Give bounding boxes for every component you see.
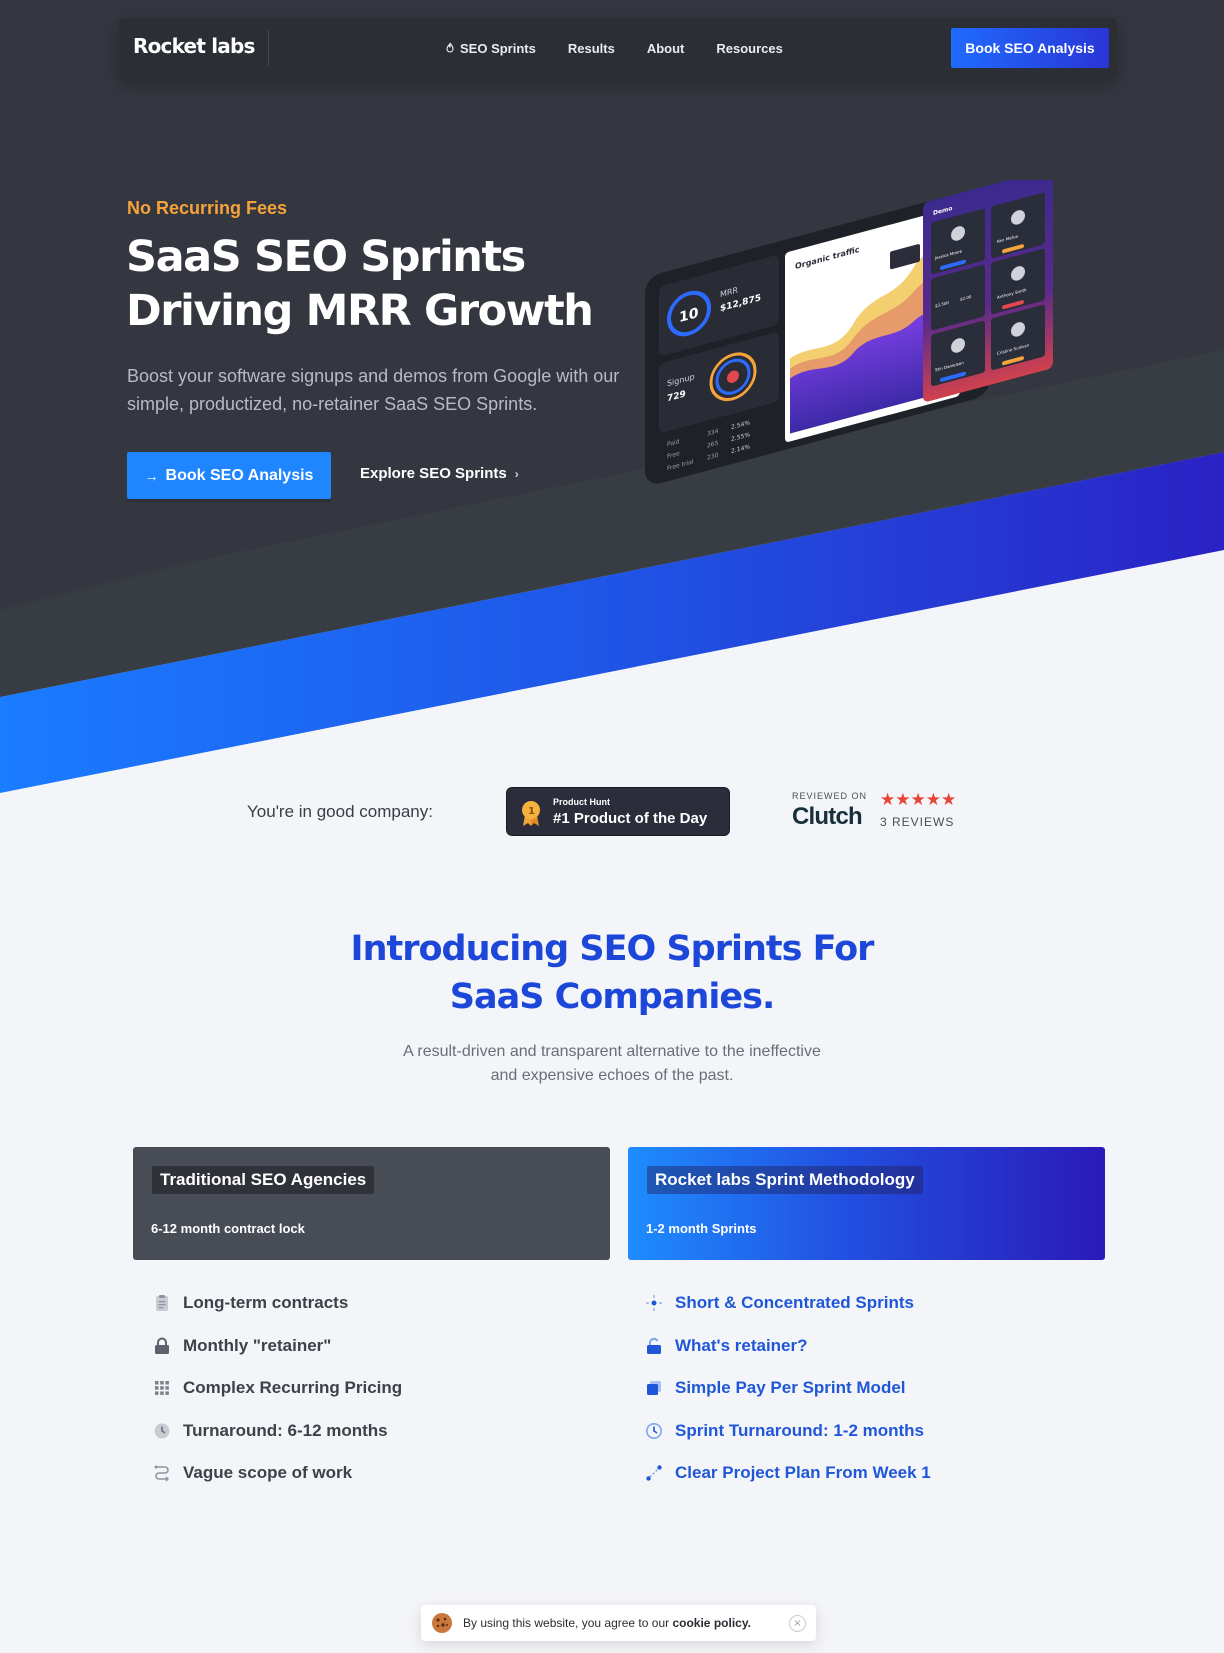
cookie-icon (432, 1613, 452, 1633)
cookie-banner: By using this website, you agree to our … (421, 1605, 816, 1641)
rating-stars-icon: ★★★★★ (880, 790, 957, 810)
list-item-label: Long-term contracts (183, 1293, 349, 1312)
list-item-label: Turnaround: 6-12 months (183, 1420, 388, 1440)
top-navbar: Rocket labs SEO Sprints Results About Re… (119, 18, 1117, 78)
list-item-label: Sprint Turnaround: 1-2 months (675, 1420, 925, 1440)
intro-subtitle: A result-driven and transparent alternat… (362, 1040, 862, 1088)
chevron-right-icon: › (514, 466, 519, 481)
clock-icon (646, 1422, 662, 1439)
list-item-label: Vague scope of work (183, 1463, 353, 1482)
hero-eyebrow: No Recurring Fees (127, 198, 288, 218)
hero-book-analysis-button[interactable]: → Book SEO Analysis (127, 452, 331, 499)
traditional-agencies-card: Traditional SEO Agencies 6-12 month cont… (133, 1147, 610, 1260)
sprint-methodology-card: Rocket labs Sprint Methodology 1-2 month… (628, 1147, 1105, 1260)
clipboard-icon (156, 1295, 168, 1311)
list-item: Turnaround: 6-12 months (153, 1421, 553, 1464)
list-item: Clear Project Plan From Week 1 (645, 1463, 1045, 1506)
grid-icon (155, 1381, 169, 1395)
card-note: 6-12 month contract lock (151, 1221, 305, 1236)
card-title: Traditional SEO Agencies (152, 1166, 375, 1194)
nav-item-label: SEO Sprints (460, 40, 536, 56)
list-item-label: Complex Recurring Pricing (183, 1378, 403, 1397)
card-note: 1-2 month Sprints (646, 1221, 757, 1236)
flame-icon (446, 42, 454, 53)
list-item: Long-term contracts (153, 1293, 553, 1336)
intro-title-line: SaaS Companies. (449, 977, 776, 1017)
dashboard-illustration: 10 MRR $12,875 Signup 729 Paid Free Free… (635, 169, 1095, 500)
hero-title-line: SaaS SEO Sprints (126, 232, 526, 282)
nav-item-seo-sprints[interactable]: SEO Sprints (444, 41, 536, 56)
list-item-label: Monthly "retainer" (183, 1335, 332, 1355)
lock-icon (155, 1337, 169, 1354)
list-item: Simple Pay Per Sprint Model (645, 1378, 1045, 1421)
intro-title-line: Introducing SEO Sprints For (350, 929, 875, 969)
list-item: What's retainer? (645, 1336, 1045, 1379)
clutch-logo: Clutch (792, 803, 863, 830)
clutch-reviewed-on: REVIEWED ON (792, 791, 868, 801)
list-item-label: Simple Pay Per Sprint Model (675, 1378, 906, 1397)
sprint-features-list: Short & Concentrated Sprints What's reta… (645, 1293, 1045, 1506)
explore-sprints-label: Explore SEO Sprints (360, 465, 507, 482)
list-item: Sprint Turnaround: 1-2 months (645, 1421, 1045, 1464)
path-icon (646, 1465, 662, 1481)
nav-item-label: About (646, 40, 685, 56)
hero-cta-label: Book SEO Analysis (165, 466, 314, 484)
hero-subtitle: Boost your software signups and demos fr… (127, 366, 620, 414)
intro-subtitle-line: and expensive echoes of the past. (490, 1067, 734, 1084)
good-company-label: You're in good company: (247, 802, 433, 821)
producthunt-badge[interactable]: 1 Product Hunt #1 Product of the Day (506, 787, 730, 836)
list-item-label: Clear Project Plan From Week 1 (675, 1463, 931, 1482)
nav-item-results[interactable]: Results (568, 41, 615, 56)
producthunt-award: #1 Product of the Day (553, 810, 708, 827)
nav-divider (268, 30, 269, 66)
list-item: Monthly "retainer" (153, 1336, 553, 1379)
cookie-message: By using this website, you agree to our (463, 1616, 670, 1630)
traditional-features-list: Long-term contracts Monthly "retainer" C… (153, 1293, 553, 1506)
cookie-text: By using this website, you agree to our … (463, 1616, 751, 1630)
focus-icon (646, 1295, 662, 1311)
explore-sprints-link[interactable]: Explore SEO Sprints › (360, 465, 519, 482)
arrow-right-icon: → (144, 467, 159, 484)
brand-logo[interactable]: Rocket labs (133, 34, 255, 58)
route-icon (154, 1465, 169, 1482)
cookie-policy-link[interactable]: cookie policy. (672, 1616, 750, 1630)
clock-icon (154, 1423, 170, 1438)
list-item-label: Short & Concentrated Sprints (675, 1293, 914, 1312)
nav-item-resources[interactable]: Resources (716, 41, 782, 56)
unlock-icon (647, 1337, 661, 1354)
card-title: Rocket labs Sprint Methodology (647, 1166, 923, 1194)
stack-icon (647, 1381, 661, 1395)
hero-title-line: Driving MRR Growth (126, 286, 594, 336)
list-item-label: What's retainer? (675, 1335, 808, 1355)
close-icon[interactable]: × (789, 1615, 806, 1632)
medal-icon: 1 (522, 801, 540, 826)
intro-title: Introducing SEO Sprints For SaaS Compani… (312, 925, 912, 1021)
list-item: Short & Concentrated Sprints (645, 1293, 1045, 1336)
intro-subtitle-line: A result-driven and transparent alternat… (403, 1043, 821, 1060)
nav-links: SEO Sprints Results About Resources (444, 18, 815, 78)
svg-text:1: 1 (528, 806, 535, 817)
nav-book-analysis-button[interactable]: Book SEO Analysis (951, 28, 1109, 68)
clutch-review-count: 3 REVIEWS (880, 815, 955, 829)
producthunt-label: Product Hunt (553, 797, 610, 807)
nav-item-about[interactable]: About (647, 41, 685, 56)
nav-item-label: Results (567, 40, 615, 56)
clutch-badge[interactable]: REVIEWED ON Clutch ★★★★★ 3 REVIEWS (792, 790, 962, 835)
list-item: Complex Recurring Pricing (153, 1378, 553, 1421)
nav-item-label: Resources (716, 40, 783, 56)
hero-title: SaaS SEO Sprints Driving MRR Growth (126, 230, 646, 338)
list-item: Vague scope of work (153, 1463, 553, 1506)
